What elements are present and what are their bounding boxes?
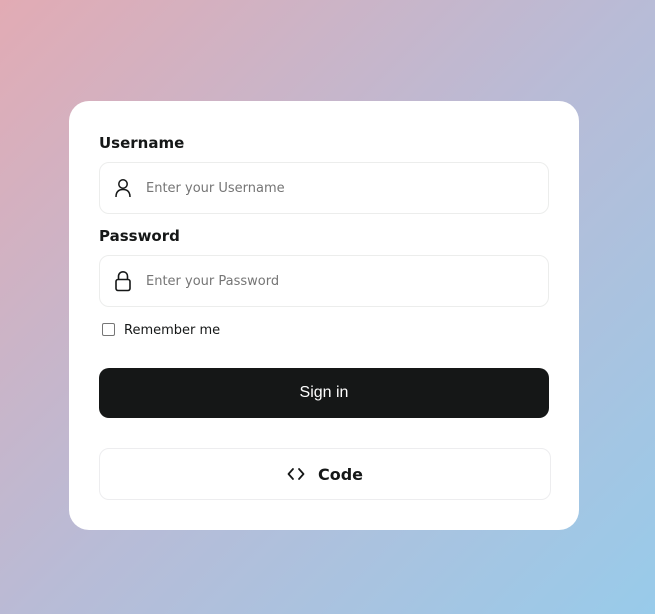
password-label: Password [99,227,180,245]
remember-me-row: Remember me [102,320,220,338]
code-button-label: Code [317,464,364,484]
password-field-container[interactable] [99,255,549,307]
remember-me-label[interactable]: Remember me [124,323,220,338]
password-input[interactable] [146,256,536,306]
username-field-container[interactable] [99,162,549,214]
remember-me-checkbox[interactable] [102,322,115,336]
username-input[interactable] [146,163,536,213]
login-card: Username Password Remember me Sign in [69,101,579,530]
lock-icon [113,269,133,293]
code-brackets-icon [287,467,305,481]
username-label: Username [99,134,185,152]
sign-in-button[interactable]: Sign in [99,368,549,418]
code-button[interactable]: Code [99,448,551,500]
user-icon [113,176,133,200]
